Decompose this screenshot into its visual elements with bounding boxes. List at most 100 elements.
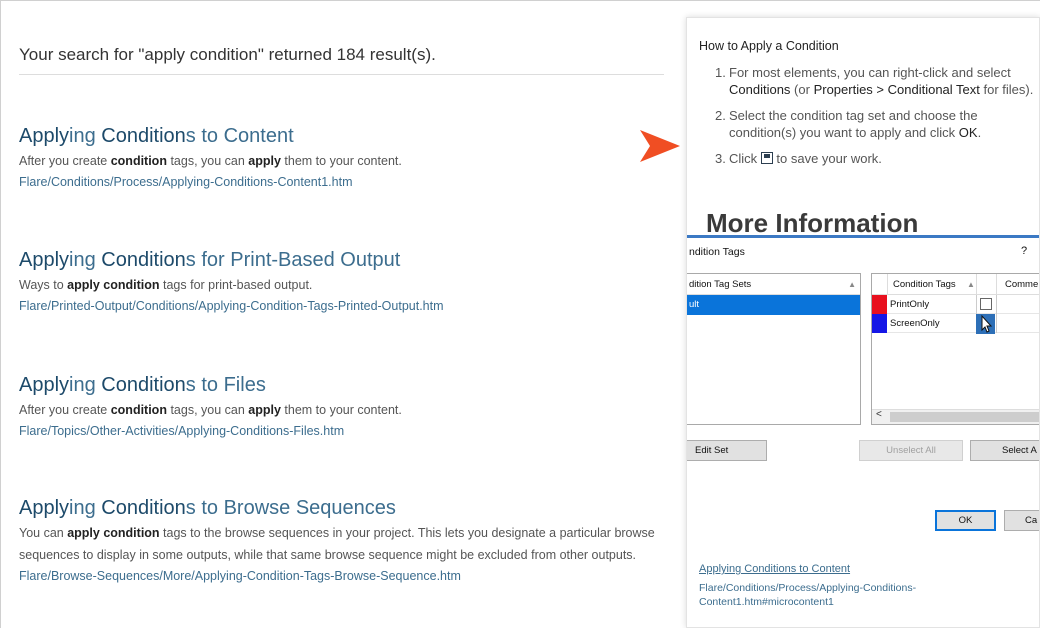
title-text: ing bbox=[69, 249, 102, 271]
highlighted-term: Apply bbox=[19, 497, 70, 519]
title-text: s to Content bbox=[185, 125, 294, 147]
step-text-run: (or bbox=[790, 82, 814, 97]
bold-term: apply bbox=[248, 154, 281, 168]
title-text: s for Print-Based Output bbox=[185, 249, 401, 271]
step-text-run: For most elements, you can right-click a… bbox=[729, 65, 1011, 80]
select-all-button[interactable]: Select A bbox=[970, 440, 1039, 461]
microcontent-popup: How to Apply a Condition 1. For most ele… bbox=[686, 17, 1040, 628]
step-number: 3. bbox=[715, 151, 726, 166]
description-text: After you create bbox=[19, 154, 111, 168]
tag-row[interactable]: PrintOnly bbox=[872, 295, 1039, 314]
highlighted-term: Apply bbox=[19, 125, 70, 147]
result-url-link[interactable]: Flare/Conditions/Process/Applying-Condit… bbox=[19, 172, 664, 192]
step-text-run: for files). bbox=[979, 82, 1034, 97]
highlighted-term: Apply bbox=[19, 249, 70, 271]
scroll-left-icon[interactable]: < bbox=[876, 409, 882, 420]
popup-topic-link[interactable]: Applying Conditions to Content bbox=[699, 563, 850, 575]
tag-sets-header-label: dition Tag Sets bbox=[689, 279, 752, 290]
tag-checkbox[interactable] bbox=[980, 298, 992, 310]
description-text: tags, you can bbox=[166, 154, 249, 168]
description-text: them to your content. bbox=[280, 403, 402, 417]
popup-topic-url[interactable]: Flare/Conditions/Process/Applying-Condit… bbox=[699, 581, 979, 609]
ui-term: OK bbox=[958, 125, 978, 140]
search-result: Applying Conditions to Files After you c… bbox=[19, 373, 664, 441]
tag-sets-list: dition Tag Sets ▲ ult bbox=[687, 273, 861, 425]
step-text: For most elements, you can right-click a… bbox=[729, 64, 1035, 98]
tag-name: PrintOnly bbox=[890, 299, 930, 310]
bold-term: condition bbox=[110, 154, 167, 168]
step-text: Select the condition tag set and choose … bbox=[729, 107, 1035, 141]
dialog-title: ndition Tags bbox=[689, 246, 745, 258]
ui-term: Properties > Conditional Text bbox=[813, 82, 980, 97]
search-result: Applying Conditions to Content After you… bbox=[19, 124, 664, 192]
description-text: tags for print-based output. bbox=[159, 278, 313, 292]
scrollbar-thumb[interactable] bbox=[890, 412, 1039, 422]
result-description: You can apply condition tags to the brow… bbox=[19, 522, 664, 566]
bold-term: apply condition bbox=[67, 526, 160, 540]
highlighted-term: Apply bbox=[19, 374, 70, 396]
highlighted-term: Condition bbox=[101, 497, 186, 519]
result-url-link[interactable]: Flare/Topics/Other-Activities/Applying-C… bbox=[19, 421, 664, 441]
title-text: ing bbox=[69, 125, 102, 147]
column-separator bbox=[996, 295, 997, 314]
result-title-link[interactable]: Applying Conditions to Content bbox=[19, 124, 664, 148]
ui-term: Conditions bbox=[729, 82, 791, 97]
highlighted-term: Condition bbox=[101, 374, 186, 396]
condition-tags-grid: Condition Tags ▲ Comme PrintOnly ScreenO… bbox=[871, 273, 1039, 425]
search-result: Applying Conditions for Print-Based Outp… bbox=[19, 248, 664, 316]
column-separator bbox=[996, 314, 997, 333]
edit-set-button[interactable]: Edit Set bbox=[687, 440, 767, 461]
column-separator bbox=[887, 274, 888, 295]
title-text: s to Files bbox=[185, 374, 266, 396]
description-text: Ways to bbox=[19, 278, 68, 292]
description-text: You can bbox=[19, 526, 68, 540]
search-result: Applying Conditions to Browse Sequences … bbox=[19, 496, 664, 586]
sort-arrow-icon: ▲ bbox=[967, 280, 975, 289]
result-description: After you create condition tags, you can… bbox=[19, 150, 664, 172]
result-title-link[interactable]: Applying Conditions to Browse Sequences bbox=[19, 496, 664, 520]
column-separator bbox=[996, 274, 997, 295]
title-text: s to Browse Sequences bbox=[185, 497, 396, 519]
tag-row[interactable]: ScreenOnly bbox=[872, 314, 1039, 334]
sort-arrow-icon: ▲ bbox=[848, 280, 856, 289]
result-url-link[interactable]: Flare/Printed-Output/Conditions/Applying… bbox=[19, 296, 664, 316]
help-button[interactable]: ? bbox=[1021, 245, 1027, 257]
column-separator bbox=[976, 274, 977, 295]
highlighted-term: Condition bbox=[101, 125, 186, 147]
unselect-all-button[interactable]: Unselect All bbox=[859, 440, 963, 461]
search-summary: Your search for "apply condition" return… bbox=[19, 45, 436, 64]
bold-term: apply condition bbox=[67, 278, 160, 292]
step-number: 1. bbox=[715, 65, 726, 80]
result-title-link[interactable]: Applying Conditions to Files bbox=[19, 373, 664, 397]
condition-tags-dialog-screenshot: ndition Tags ? dition Tag Sets ▲ ult Con… bbox=[687, 235, 1039, 563]
description-text: After you create bbox=[19, 403, 111, 417]
comments-column[interactable]: Comme bbox=[1005, 274, 1038, 295]
result-title-link[interactable]: Applying Conditions for Print-Based Outp… bbox=[19, 248, 664, 272]
result-description: After you create condition tags, you can… bbox=[19, 399, 664, 421]
divider bbox=[19, 74, 664, 75]
save-icon bbox=[760, 152, 773, 164]
highlighted-term: Condition bbox=[101, 249, 186, 271]
step-text: Click to save your work. bbox=[729, 150, 882, 167]
title-text: ing bbox=[69, 374, 102, 396]
tag-name: ScreenOnly bbox=[890, 318, 940, 329]
result-description: Ways to apply condition tags for print-b… bbox=[19, 274, 664, 296]
step-item: 3. Click to save your work. bbox=[715, 150, 1035, 167]
column-separator bbox=[976, 295, 977, 314]
cancel-button[interactable]: Ca bbox=[1004, 510, 1039, 531]
popup-title: How to Apply a Condition bbox=[699, 39, 839, 53]
mouse-cursor-icon bbox=[976, 314, 995, 334]
condition-tags-column[interactable]: Condition Tags bbox=[893, 274, 956, 295]
description-text: tags, you can bbox=[166, 403, 249, 417]
pointer-arrow-icon bbox=[640, 130, 680, 162]
result-url-link[interactable]: Flare/Browse-Sequences/More/Applying-Con… bbox=[19, 566, 664, 586]
bold-term: apply bbox=[248, 403, 281, 417]
tag-set-row-selected[interactable]: ult bbox=[687, 295, 860, 315]
step-text-run: to save your work. bbox=[772, 151, 882, 166]
step-list: 1. For most elements, you can right-clic… bbox=[715, 64, 1035, 176]
horizontal-scrollbar[interactable]: < bbox=[872, 409, 1039, 424]
step-item: 1. For most elements, you can right-clic… bbox=[715, 64, 1035, 98]
ok-button[interactable]: OK bbox=[935, 510, 996, 531]
description-text: them to your content. bbox=[280, 154, 402, 168]
tag-sets-header[interactable]: dition Tag Sets ▲ bbox=[687, 274, 860, 295]
